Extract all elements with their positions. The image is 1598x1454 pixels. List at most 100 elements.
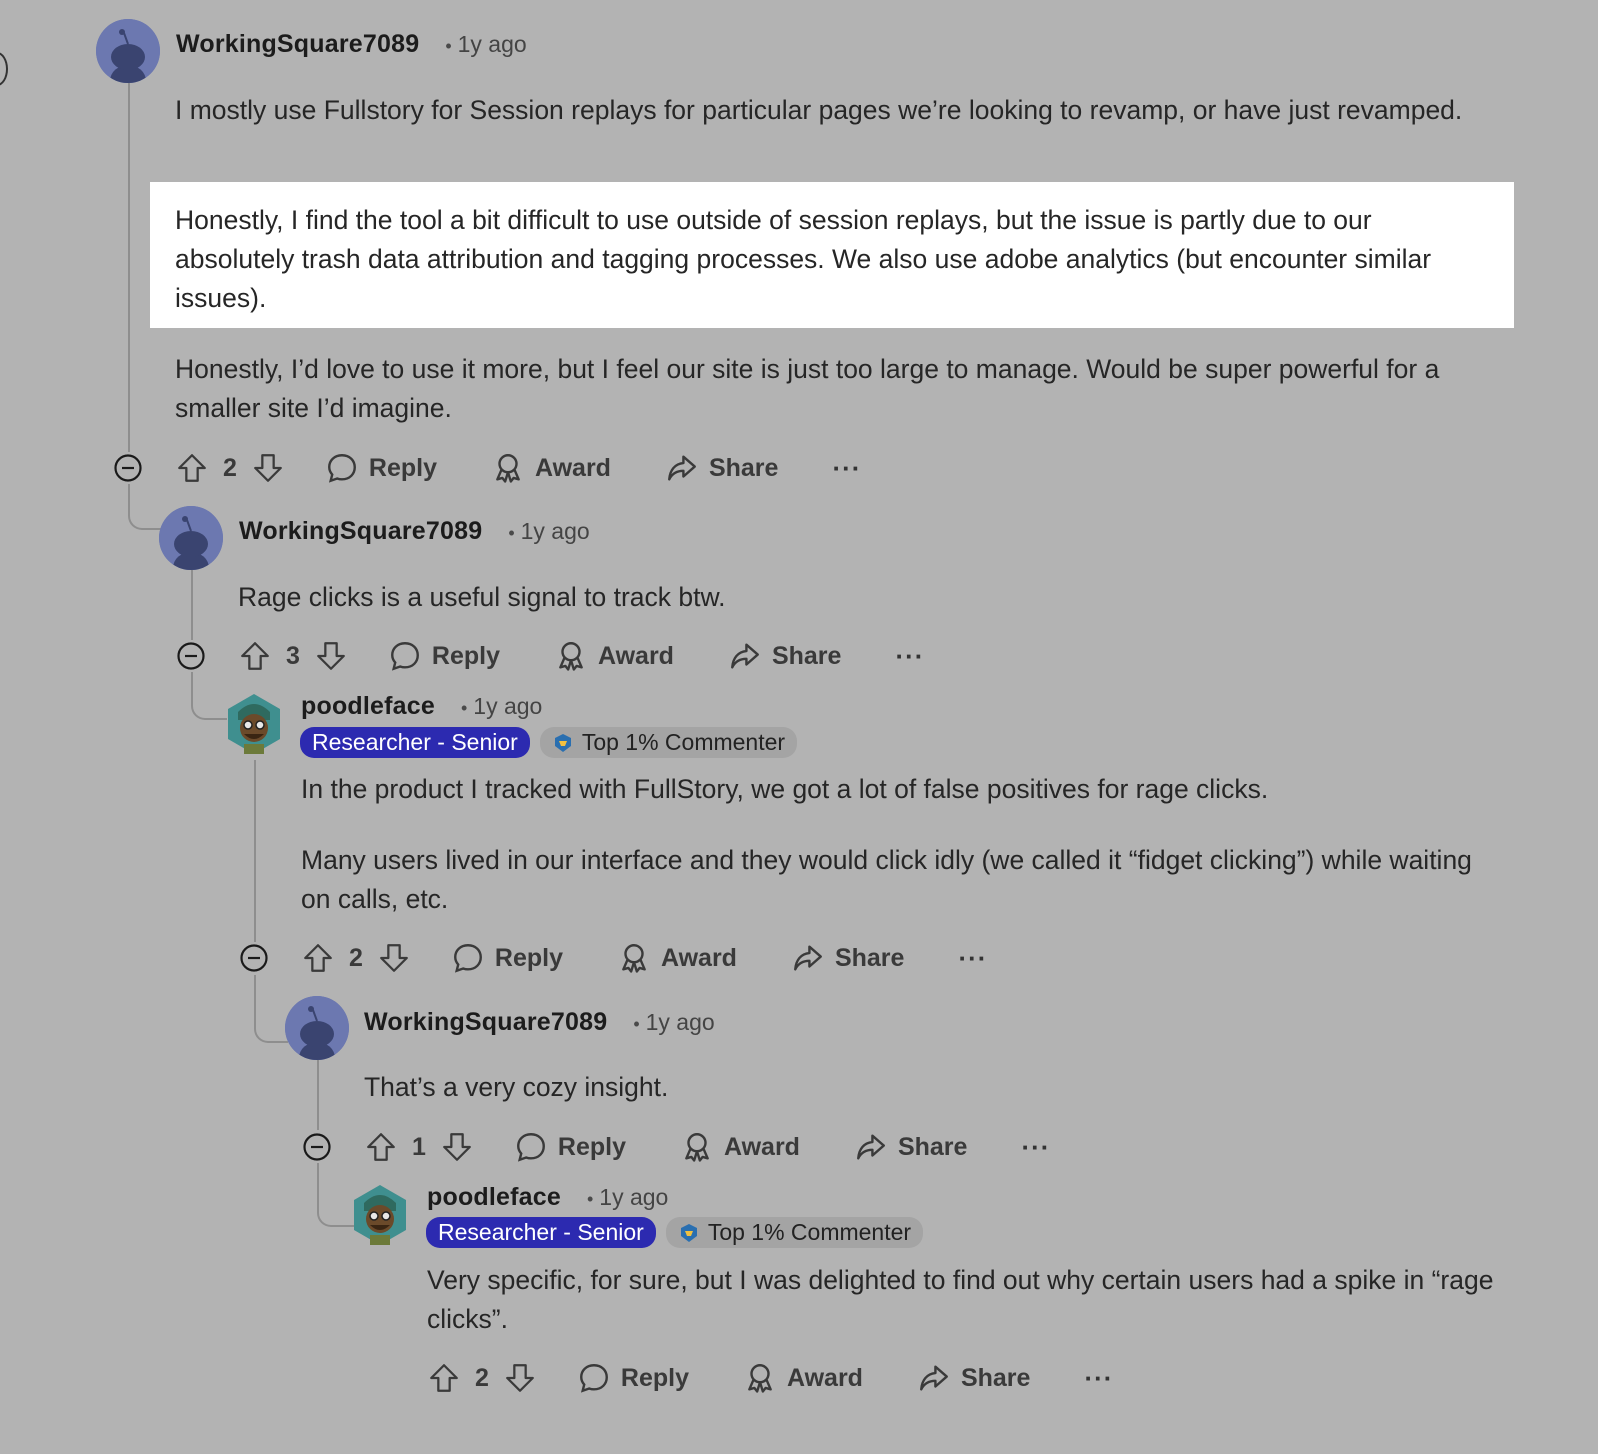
timestamp[interactable]: 1y ago bbox=[521, 518, 590, 545]
avatar[interactable] bbox=[285, 996, 349, 1060]
thread-line[interactable] bbox=[317, 1060, 319, 1130]
timestamp[interactable]: 1y ago bbox=[646, 1009, 715, 1036]
award-button[interactable]: Award bbox=[491, 451, 611, 485]
award-label: Award bbox=[787, 1363, 863, 1392]
award-label: Award bbox=[535, 453, 611, 482]
reply-label: Reply bbox=[368, 453, 437, 482]
downvote-arrow-icon[interactable] bbox=[314, 639, 348, 673]
avatar[interactable] bbox=[226, 692, 282, 756]
reply-label: Reply bbox=[431, 641, 500, 670]
ribbon-award-icon bbox=[491, 451, 525, 485]
award-button[interactable]: Award bbox=[680, 1130, 800, 1164]
flair-top-commenter[interactable]: Top 1% Commenter bbox=[539, 727, 798, 758]
upvote-arrow-icon[interactable] bbox=[364, 1130, 398, 1164]
comment-actions: 3 Reply Award Share ··· bbox=[238, 634, 924, 678]
downvote-arrow-icon[interactable] bbox=[440, 1130, 474, 1164]
share-button[interactable]: Share bbox=[917, 1361, 1030, 1395]
vote-count: 2 bbox=[223, 453, 237, 482]
share-label: Share bbox=[960, 1363, 1031, 1392]
share-button[interactable]: Share bbox=[854, 1130, 967, 1164]
share-button[interactable]: Share bbox=[728, 639, 841, 673]
share-label: Share bbox=[708, 453, 779, 482]
trophy-badge-icon bbox=[680, 1223, 697, 1242]
more-options-button[interactable]: ··· bbox=[895, 641, 924, 672]
comment-paragraph: Rage clicks is a useful signal to track … bbox=[238, 582, 726, 612]
avatar[interactable] bbox=[96, 19, 160, 83]
comment-paragraph: I mostly use Fullstory for Session repla… bbox=[175, 95, 1463, 125]
more-options-button[interactable]: ··· bbox=[958, 943, 987, 974]
share-label: Share bbox=[897, 1132, 968, 1161]
speech-bubble-icon bbox=[577, 1361, 611, 1395]
share-button[interactable]: Share bbox=[665, 451, 778, 485]
comment-paragraph: In the product I tracked with FullStory,… bbox=[301, 774, 1269, 804]
more-options-button[interactable]: ··· bbox=[832, 453, 861, 484]
minus-circle-icon[interactable] bbox=[113, 453, 143, 483]
separator-dot: • bbox=[460, 698, 468, 718]
award-label: Award bbox=[724, 1132, 800, 1161]
flair-top-label: Top 1% Commenter bbox=[581, 729, 786, 755]
reply-label: Reply bbox=[557, 1132, 626, 1161]
author-name[interactable]: WorkingSquare7089 bbox=[176, 30, 419, 59]
share-arrow-icon bbox=[665, 451, 699, 485]
reply-button[interactable]: Reply bbox=[325, 451, 437, 485]
comment-meta: WorkingSquare7089 • 1y ago bbox=[176, 30, 527, 59]
poodleface-avatar-icon bbox=[354, 1185, 406, 1245]
reply-button[interactable]: Reply bbox=[388, 639, 500, 673]
thread-connector bbox=[191, 672, 227, 720]
flair-top-commenter[interactable]: Top 1% Commenter bbox=[665, 1217, 924, 1248]
upvote-arrow-icon[interactable] bbox=[238, 639, 272, 673]
downvote-arrow-icon[interactable] bbox=[377, 941, 411, 975]
author-name[interactable]: poodleface bbox=[427, 1183, 561, 1212]
share-arrow-icon bbox=[791, 941, 825, 975]
flair-role[interactable]: Researcher - Senior bbox=[426, 1217, 656, 1248]
minus-circle-icon[interactable] bbox=[176, 641, 206, 671]
share-arrow-icon bbox=[917, 1361, 951, 1395]
flair-role[interactable]: Researcher - Senior bbox=[300, 727, 530, 758]
avatar[interactable] bbox=[159, 506, 223, 570]
speech-bubble-icon bbox=[388, 639, 422, 673]
author-name[interactable]: WorkingSquare7089 bbox=[239, 517, 482, 546]
vote-count: 2 bbox=[349, 943, 363, 972]
thread-line[interactable] bbox=[128, 82, 130, 452]
reply-button[interactable]: Reply bbox=[514, 1130, 626, 1164]
share-label: Share bbox=[771, 641, 842, 670]
award-button[interactable]: Award bbox=[554, 639, 674, 673]
more-options-button[interactable]: ··· bbox=[1084, 1363, 1113, 1394]
downvote-arrow-icon[interactable] bbox=[503, 1361, 537, 1395]
author-name[interactable]: poodleface bbox=[301, 692, 435, 721]
share-label: Share bbox=[834, 943, 905, 972]
minus-circle-icon[interactable] bbox=[239, 943, 269, 973]
flair-top-label: Top 1% Commenter bbox=[707, 1219, 912, 1245]
ribbon-award-icon bbox=[743, 1361, 777, 1395]
upvote-arrow-icon[interactable] bbox=[175, 451, 209, 485]
reply-button[interactable]: Reply bbox=[577, 1361, 689, 1395]
upvote-arrow-icon[interactable] bbox=[301, 941, 335, 975]
reply-label: Reply bbox=[494, 943, 563, 972]
comment-meta: WorkingSquare7089 • 1y ago bbox=[364, 1008, 715, 1037]
thread-line[interactable] bbox=[191, 570, 193, 640]
award-button[interactable]: Award bbox=[743, 1361, 863, 1395]
timestamp[interactable]: 1y ago bbox=[458, 31, 527, 58]
comment-meta: poodleface • 1y ago bbox=[427, 1183, 668, 1212]
minus-circle-icon[interactable] bbox=[302, 1132, 332, 1162]
avatar[interactable] bbox=[352, 1183, 408, 1247]
thread-connector bbox=[317, 1163, 355, 1227]
upvote-arrow-icon[interactable] bbox=[427, 1361, 461, 1395]
share-arrow-icon bbox=[728, 639, 762, 673]
user-flairs: Researcher - Senior Top 1% Commenter bbox=[300, 727, 798, 758]
author-name[interactable]: WorkingSquare7089 bbox=[364, 1008, 607, 1037]
thread-connector bbox=[128, 484, 162, 530]
timestamp[interactable]: 1y ago bbox=[473, 693, 542, 720]
thread-line[interactable] bbox=[254, 760, 256, 942]
edge-fragment bbox=[0, 52, 8, 86]
separator-dot: • bbox=[508, 523, 515, 543]
poodleface-avatar-icon bbox=[228, 694, 280, 754]
timestamp[interactable]: 1y ago bbox=[599, 1184, 668, 1211]
more-options-button[interactable]: ··· bbox=[1021, 1132, 1050, 1163]
downvote-arrow-icon[interactable] bbox=[251, 451, 285, 485]
speech-bubble-icon bbox=[325, 451, 359, 485]
share-button[interactable]: Share bbox=[791, 941, 904, 975]
award-button[interactable]: Award bbox=[617, 941, 737, 975]
reply-button[interactable]: Reply bbox=[451, 941, 563, 975]
snoo-avatar-icon bbox=[96, 19, 160, 83]
